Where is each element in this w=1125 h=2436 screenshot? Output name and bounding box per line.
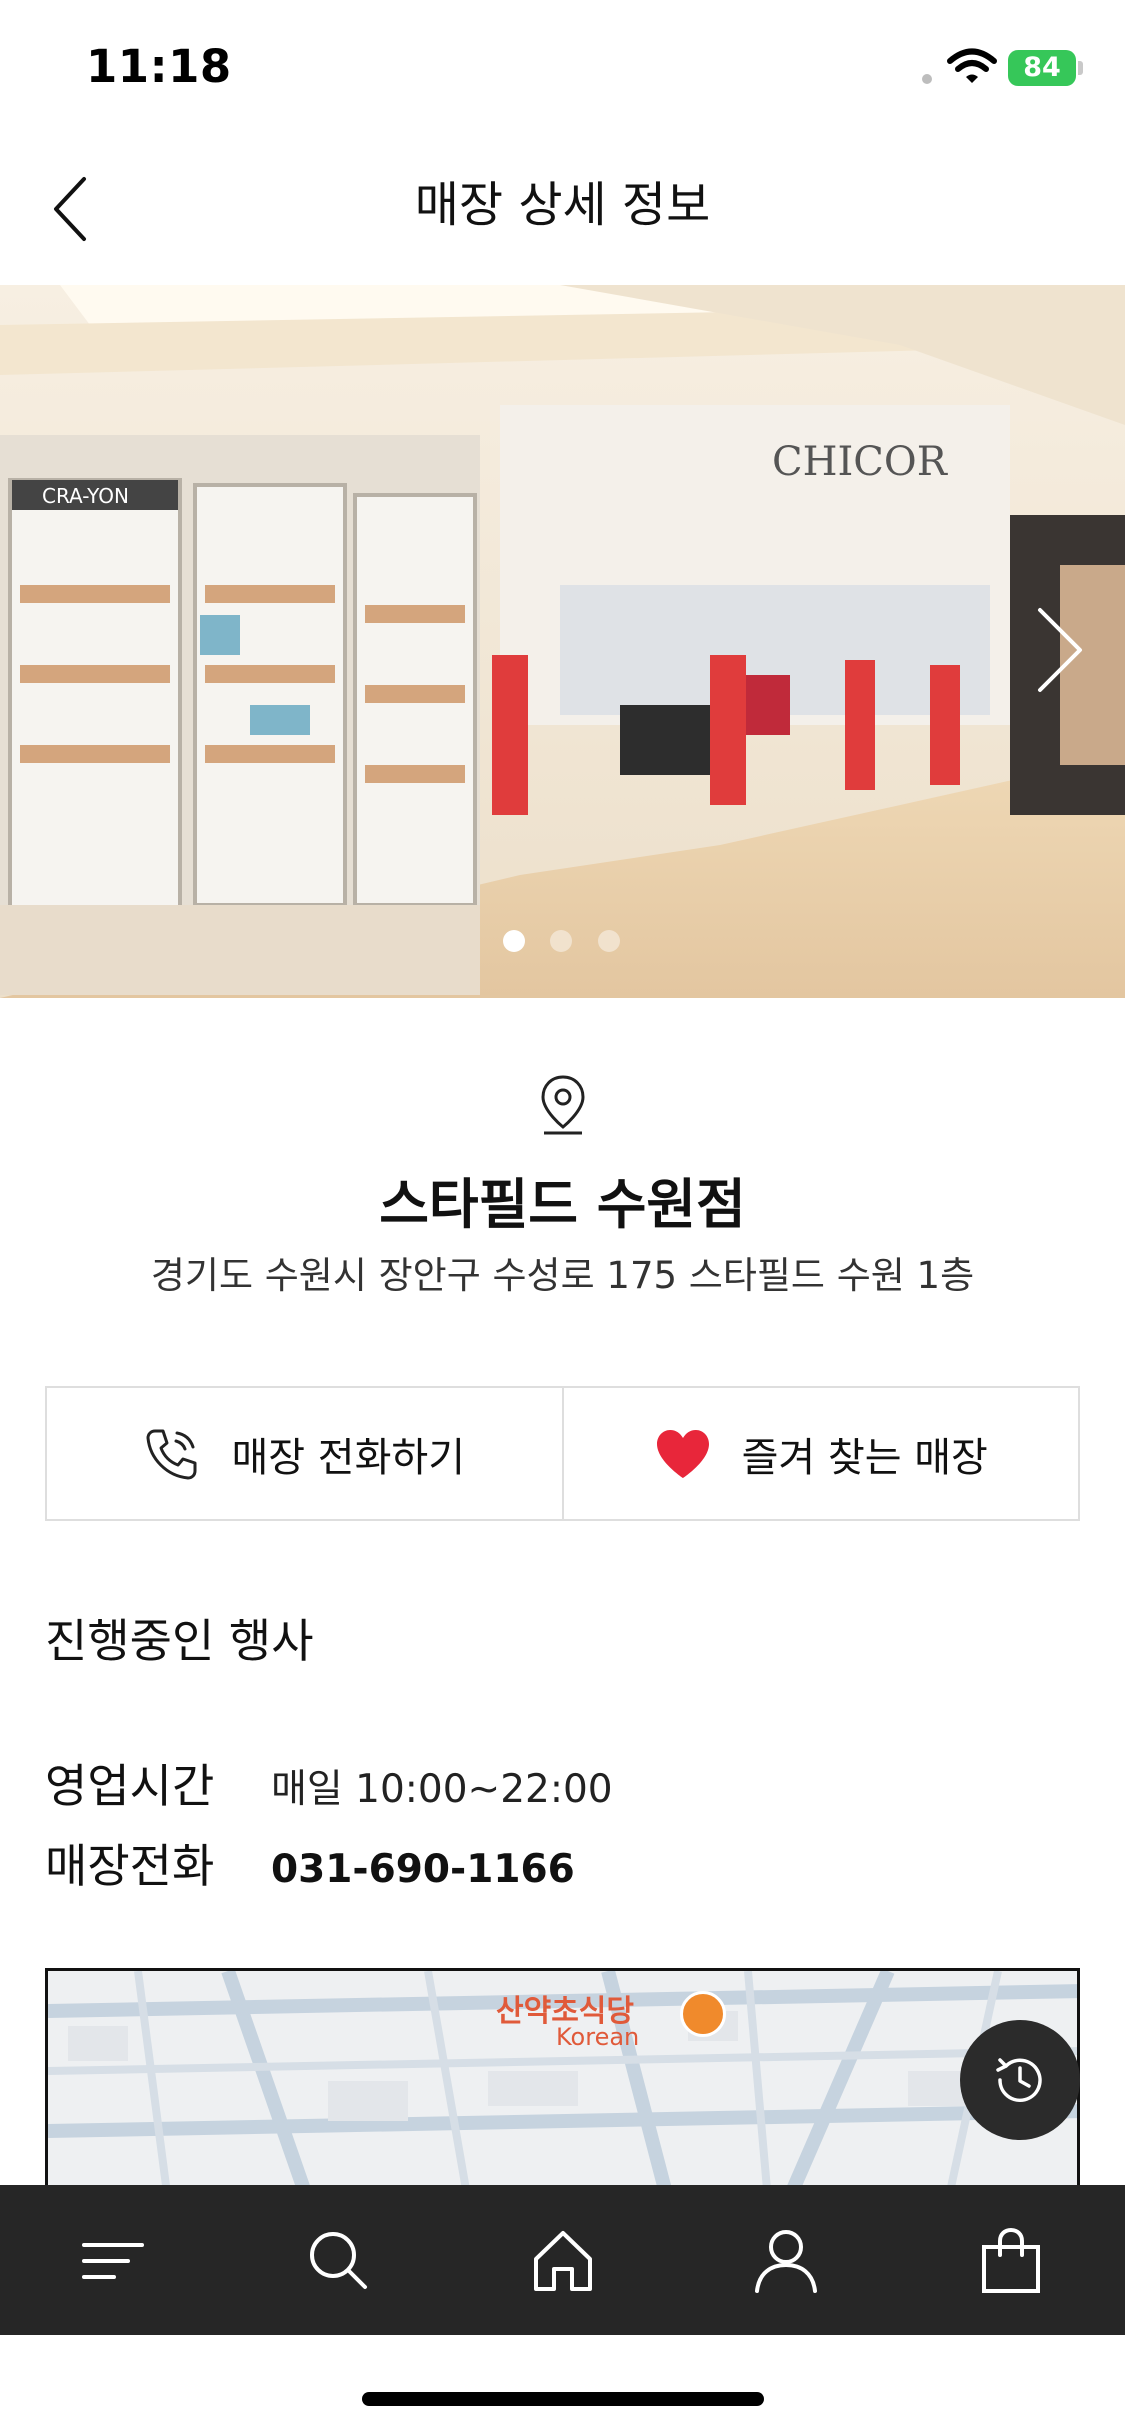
carousel-dot-3[interactable] (598, 930, 620, 952)
hours-label: 영업시간 (45, 1759, 215, 1813)
battery-level: 84 (1023, 52, 1061, 83)
page-title: 매장 상세 정보 (414, 177, 711, 233)
status-time: 11:18 (86, 40, 232, 93)
status-bar: 11:18 84 (0, 0, 1125, 135)
battery-icon: 84 (1008, 50, 1076, 86)
store-photo: CHICOR CRA-YON (0, 285, 1125, 998)
history-button[interactable] (960, 2020, 1080, 2140)
menu-icon[interactable] (78, 2225, 148, 2295)
signal-dot-icon (922, 74, 932, 84)
home-icon[interactable] (528, 2225, 598, 2295)
call-store-label: 매장 전화하기 (231, 1434, 465, 1481)
phone-row: 매장전화 031-690-1166 (45, 1830, 575, 1896)
hours-value: 매일 10:00~22:00 (271, 1767, 613, 1812)
store-actions: 매장 전화하기 즐겨 찾는 매장 (45, 1386, 1080, 1521)
shelf-sign: CRA-YON (42, 484, 129, 508)
shopping-bag-icon[interactable] (976, 2225, 1046, 2295)
bottom-nav (0, 2185, 1125, 2335)
favorite-store-label: 즐겨 찾는 매장 (741, 1434, 988, 1481)
phone-icon (146, 1429, 197, 1479)
store-map[interactable]: 산약초식당 Korean (45, 1968, 1080, 2198)
restaurant-icon[interactable] (680, 1991, 726, 2037)
header: 매장 상세 정보 (0, 135, 1125, 285)
history-icon (996, 2058, 1042, 2102)
phone-value[interactable]: 031-690-1166 (271, 1847, 575, 1892)
wifi-icon (947, 48, 997, 83)
store-address: 경기도 수원시 장안구 수성로 175 스타필드 수원 1층 (150, 1254, 975, 1297)
store-photo-carousel[interactable]: CHICOR CRA-YON (0, 285, 1125, 998)
heart-icon (656, 1429, 709, 1478)
favorite-store-button[interactable]: 즐겨 찾는 매장 (561, 1388, 1079, 1519)
back-icon[interactable] (48, 173, 96, 245)
call-store-button[interactable]: 매장 전화하기 (47, 1388, 562, 1519)
battery-tip (1078, 61, 1083, 75)
user-icon[interactable] (751, 2225, 821, 2295)
store-name: 스타필드 수원점 (379, 1173, 746, 1236)
location-pin-icon (541, 1075, 585, 1135)
carousel-dot-2[interactable] (550, 930, 572, 952)
hours-row: 영업시간 매일 10:00~22:00 (45, 1750, 613, 1816)
phone-label: 매장전화 (45, 1839, 215, 1893)
poi-category: Korean (556, 2023, 640, 2051)
brand-sign: CHICOR (772, 439, 949, 485)
carousel-dots (0, 930, 1125, 954)
next-image-button[interactable] (1030, 605, 1090, 695)
home-indicator[interactable] (362, 2392, 764, 2406)
events-section-title: 진행중인 행사 (45, 1614, 314, 1668)
carousel-dot-1[interactable] (503, 930, 525, 952)
search-icon[interactable] (303, 2225, 373, 2295)
